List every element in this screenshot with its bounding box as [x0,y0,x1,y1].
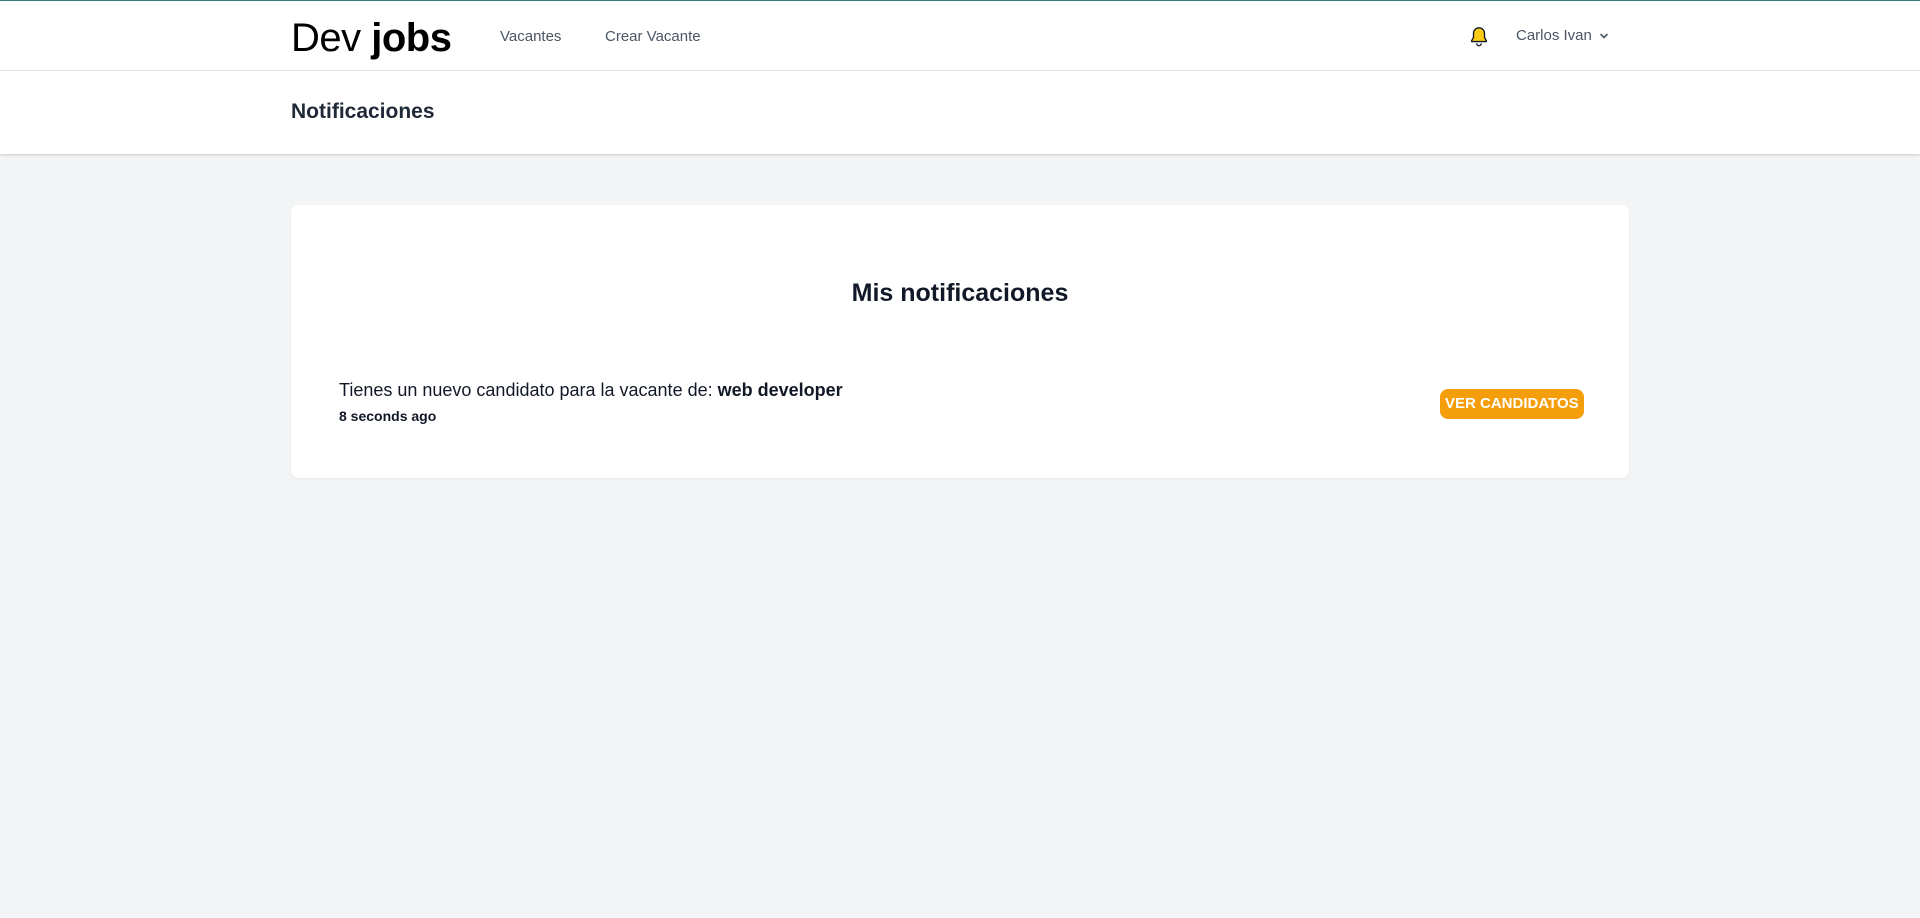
logo[interactable]: Dev jobs [291,14,452,62]
notification-job: web developer [717,380,843,400]
notification-message: Tienes un nuevo candidato para la vacant… [339,380,718,400]
page-header: Notificaciones [0,71,1920,154]
chevron-down-icon [1600,33,1608,38]
user-name: Carlos Ivan [1516,27,1592,44]
logo-jobs: jobs [371,16,452,60]
navbar: Dev jobs Vacantes Crear Vacante Carlos I… [0,1,1920,71]
nav-link-crear-vacante[interactable]: Crear Vacante [605,28,701,45]
bell-icon[interactable] [1468,26,1490,48]
notification-text: Tienes un nuevo candidato para la vacant… [339,380,843,401]
notification-time: 8 seconds ago [339,408,437,424]
logo-dev: Dev [291,16,372,60]
nav-link-vacantes[interactable]: Vacantes [500,28,561,45]
notifications-card: Mis notificaciones Tienes un nuevo candi… [291,205,1629,478]
page-title: Notificaciones [291,100,435,123]
card-title: Mis notificaciones [851,279,1069,307]
user-menu[interactable]: Carlos Ivan [1516,27,1610,44]
ver-candidatos-button[interactable]: VER CANDIDATOS [1440,389,1584,419]
